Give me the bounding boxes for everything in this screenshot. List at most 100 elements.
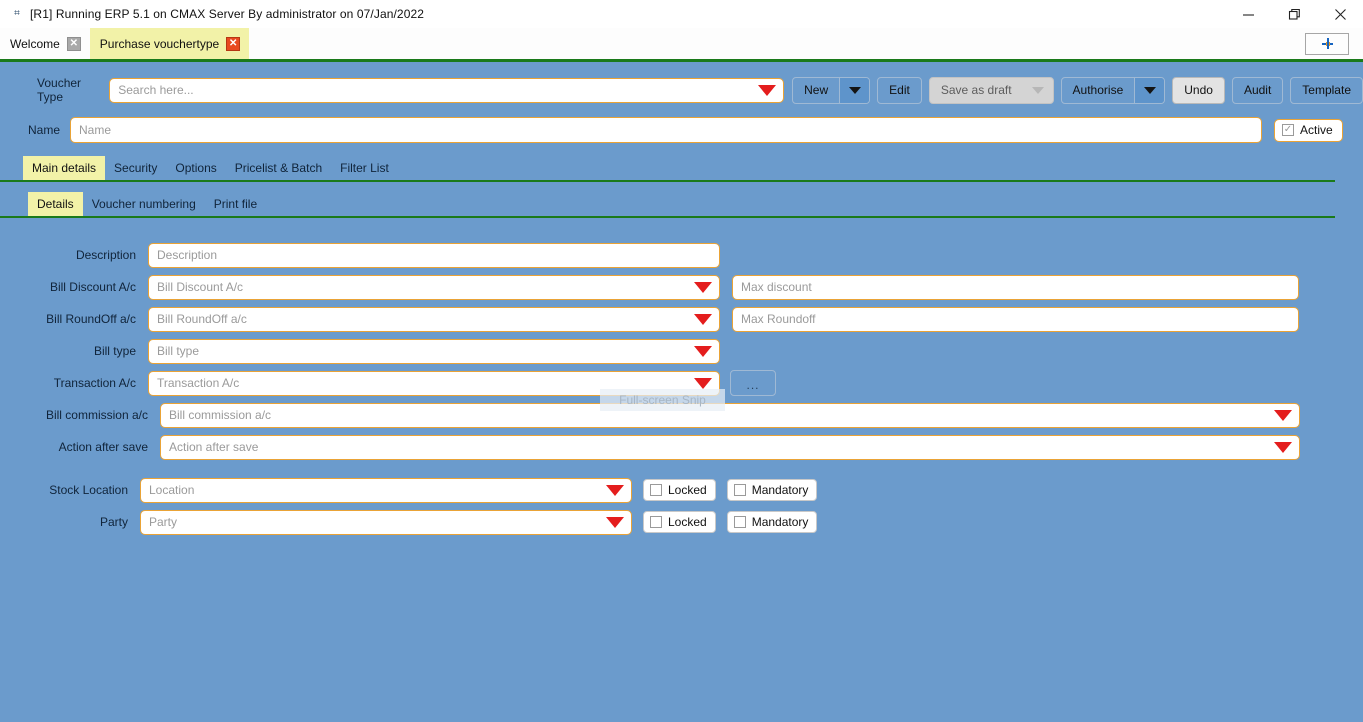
chevron-down-icon[interactable] <box>694 346 712 358</box>
tab-filter-list[interactable]: Filter List <box>331 156 398 180</box>
details-form: Description Description Bill Discount A/… <box>0 218 1363 538</box>
chevron-down-icon[interactable] <box>839 77 870 103</box>
form-row-description: Description Description <box>0 239 1363 271</box>
form-row-bill-roundoff: Bill RoundOff a/c Bill RoundOff a/c Max … <box>0 303 1363 335</box>
doc-tab-purchase-vouchertype[interactable]: Purchase vouchertype ✕ <box>89 28 250 59</box>
chevron-down-icon[interactable] <box>694 378 712 390</box>
chevron-down-icon[interactable] <box>694 314 712 326</box>
stock-location-placeholder: Location <box>149 483 195 497</box>
bill-roundoff-placeholder: Bill RoundOff a/c <box>157 312 247 326</box>
form-row-bill-discount: Bill Discount A/c Bill Discount A/c Max … <box>0 271 1363 303</box>
chevron-down-icon[interactable] <box>606 485 624 497</box>
active-checkbox[interactable]: ✓ Active <box>1274 118 1343 142</box>
name-input[interactable]: Name <box>70 117 1262 143</box>
max-roundoff-placeholder: Max Roundoff <box>741 312 816 326</box>
close-icon[interactable]: ✕ <box>66 36 81 51</box>
chevron-down-icon[interactable] <box>606 517 624 529</box>
checkbox-icon[interactable]: ✓ <box>650 516 662 528</box>
transaction-placeholder: Transaction A/c <box>157 376 240 390</box>
bill-type-input[interactable]: Bill type <box>148 338 720 364</box>
locked-label: Locked <box>668 515 707 529</box>
chevron-down-icon[interactable] <box>694 282 712 294</box>
name-label: Name <box>28 123 61 137</box>
stock-location-locked-checkbox[interactable]: ✓ Locked <box>643 479 716 501</box>
new-tab-button[interactable] <box>1305 32 1349 55</box>
party-mandatory-checkbox[interactable]: ✓ Mandatory <box>726 511 818 533</box>
party-placeholder: Party <box>149 515 178 529</box>
mandatory-label: Mandatory <box>751 483 809 497</box>
undo-button[interactable]: Undo <box>1172 76 1225 104</box>
bill-roundoff-label: Bill RoundOff a/c <box>46 312 136 326</box>
close-icon[interactable]: ✕ <box>226 36 241 51</box>
save-as-draft-button[interactable]: Save as draft <box>928 76 1054 104</box>
checkbox-icon[interactable]: ✓ <box>733 484 746 496</box>
authorise-button[interactable]: Authorise <box>1060 76 1166 104</box>
restore-icon[interactable] <box>1271 0 1317 28</box>
window-controls <box>1225 0 1363 28</box>
stock-location-mandatory-checkbox[interactable]: ✓ Mandatory <box>726 479 818 501</box>
app-icon: ⌗ <box>14 8 20 19</box>
action-after-save-input[interactable]: Action after save <box>160 434 1300 460</box>
max-discount-placeholder: Max discount <box>741 280 812 294</box>
chevron-down-icon[interactable] <box>758 85 777 97</box>
locked-label: Locked <box>668 483 707 497</box>
transaction-browse-button[interactable]: ... <box>730 370 776 396</box>
bill-discount-input[interactable]: Bill Discount A/c <box>148 274 720 300</box>
edit-button[interactable]: Edit <box>877 76 922 104</box>
template-button[interactable]: Template <box>1290 76 1363 104</box>
doc-tab-welcome[interactable]: Welcome ✕ <box>0 28 90 59</box>
title-bar: ⌗ [R1] Running ERP 5.1 on CMAX Server By… <box>0 0 1363 28</box>
party-locked-checkbox[interactable]: ✓ Locked <box>643 511 716 533</box>
max-roundoff-input[interactable]: Max Roundoff <box>732 306 1299 332</box>
action-after-save-label: Action after save <box>58 440 148 454</box>
chevron-down-icon[interactable] <box>1274 410 1292 422</box>
form-spacer <box>0 463 1363 474</box>
chevron-down-icon[interactable] <box>1023 78 1053 103</box>
tab-pricelist-batch[interactable]: Pricelist & Batch <box>226 156 331 180</box>
voucher-type-label: Voucher Type <box>37 76 82 104</box>
minimize-icon[interactable] <box>1225 0 1271 28</box>
description-input[interactable]: Description <box>148 242 720 268</box>
doc-tab-label: Welcome <box>10 36 60 51</box>
form-row-party: Party Party ✓ Locked ✓ Mandatory <box>0 506 1363 538</box>
form-row-stock-location: Stock Location Location ✓ Locked ✓ Manda… <box>0 474 1363 506</box>
tab-print-file[interactable]: Print file <box>205 192 266 216</box>
form-row-transaction: Transaction A/c Transaction A/c ... <box>0 367 1363 399</box>
doc-tab-label: Purchase vouchertype <box>99 36 220 51</box>
bill-discount-label: Bill Discount A/c <box>49 280 136 294</box>
bill-roundoff-input[interactable]: Bill RoundOff a/c <box>148 306 720 332</box>
stock-location-input[interactable]: Location <box>140 477 632 503</box>
form-row-commission: Bill commission a/c Bill commission a/c <box>0 399 1363 431</box>
tab-main-details[interactable]: Main details <box>23 156 106 180</box>
tab-details[interactable]: Details <box>28 192 83 216</box>
audit-button-label: Audit <box>1243 83 1272 97</box>
audit-button[interactable]: Audit <box>1231 76 1284 104</box>
close-icon[interactable] <box>1317 0 1363 28</box>
transaction-input[interactable]: Transaction A/c <box>148 370 720 396</box>
authorise-button-label: Authorise <box>1072 83 1124 97</box>
commission-placeholder: Bill commission a/c <box>169 408 272 422</box>
voucher-type-placeholder: Search here... <box>118 83 194 97</box>
description-placeholder: Description <box>157 248 218 262</box>
new-button[interactable]: New <box>792 76 871 104</box>
mandatory-label: Mandatory <box>751 515 809 529</box>
voucher-type-search-input[interactable]: Search here... <box>109 77 785 103</box>
bill-type-placeholder: Bill type <box>157 344 200 358</box>
active-label: Active <box>1300 123 1333 137</box>
plus-icon <box>1321 38 1333 49</box>
tab-options[interactable]: Options <box>166 156 225 180</box>
voucher-type-row: Voucher Type Search here... New Edit Sav… <box>0 62 1363 104</box>
bill-discount-placeholder: Bill Discount A/c <box>157 280 244 294</box>
chevron-down-icon[interactable] <box>1134 77 1165 103</box>
party-input[interactable]: Party <box>140 509 632 535</box>
commission-input[interactable]: Bill commission a/c <box>160 402 1300 428</box>
checkbox-icon[interactable]: ✓ <box>650 484 662 496</box>
tab-voucher-numbering[interactable]: Voucher numbering <box>83 192 205 216</box>
checkbox-icon[interactable]: ✓ <box>733 516 746 528</box>
max-discount-input[interactable]: Max discount <box>732 274 1299 300</box>
stock-location-label: Stock Location <box>49 483 128 497</box>
checkbox-icon[interactable]: ✓ <box>1282 124 1294 136</box>
tab-security[interactable]: Security <box>105 156 166 180</box>
chevron-down-icon[interactable] <box>1274 442 1292 454</box>
save-as-draft-label: Save as draft <box>940 83 1012 97</box>
